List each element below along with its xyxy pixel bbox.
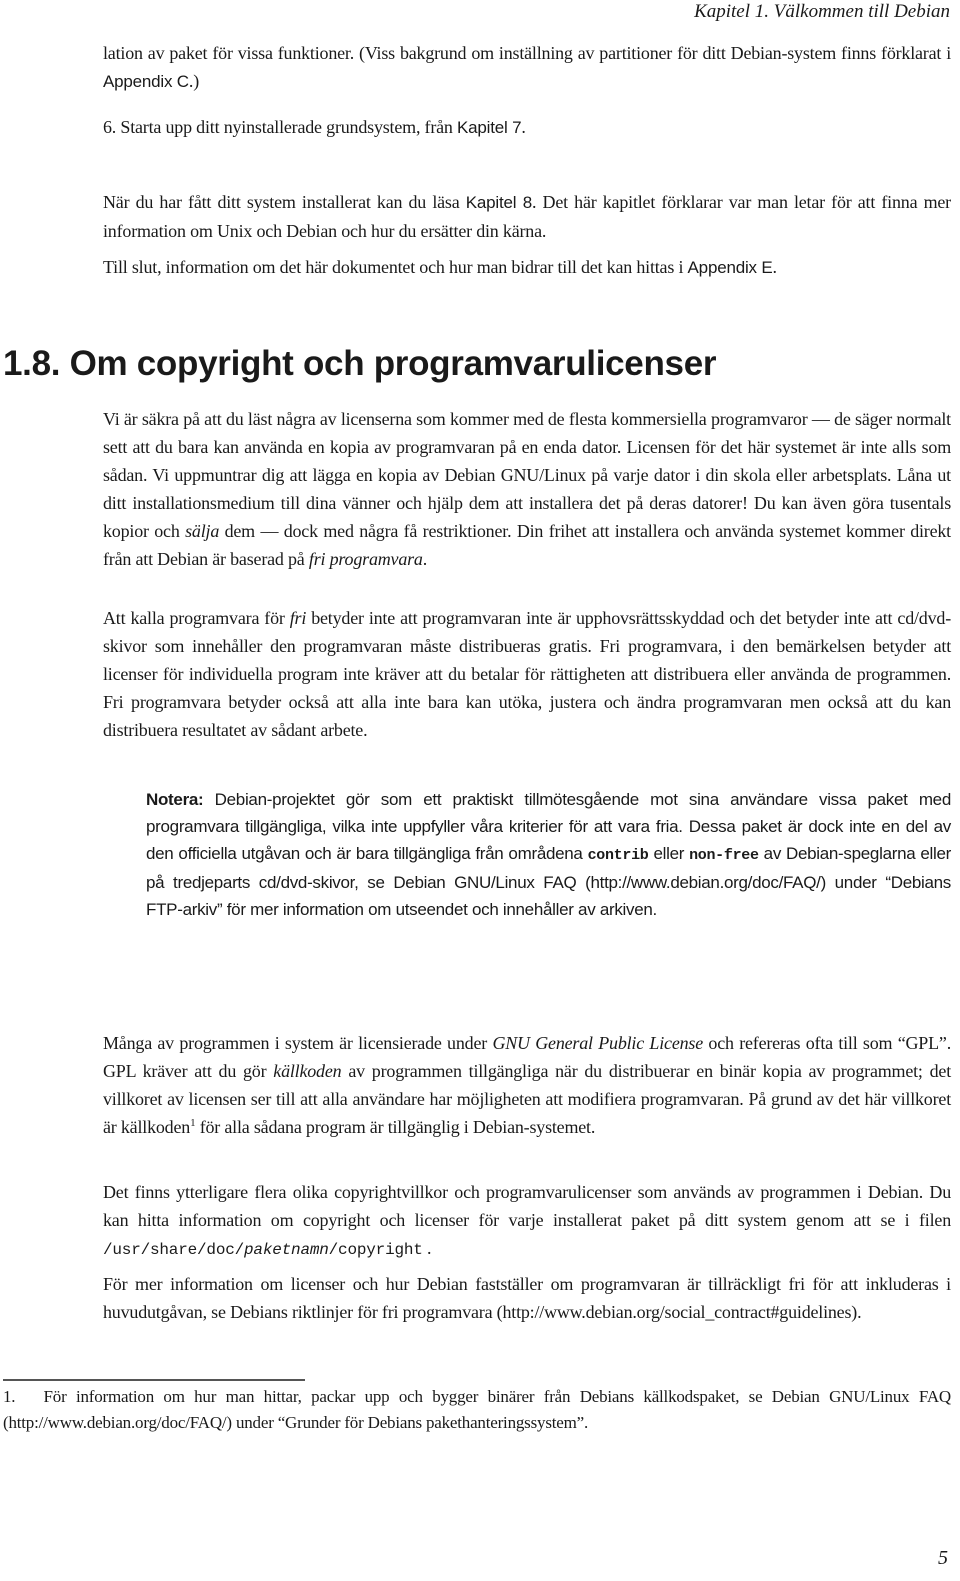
note-text: eller: [648, 844, 690, 863]
section-paragraph-1: Vi är säkra på att du läst några av lice…: [103, 405, 951, 573]
section-paragraph-3: Många av programmen i system är licensie…: [103, 1029, 951, 1141]
intro-text: När du har fått ditt system installerat …: [103, 192, 466, 212]
intro-text: Till slut, information om det här dokume…: [103, 257, 688, 277]
kapitel-7-link[interactable]: Kapitel 7: [457, 118, 522, 137]
paragraph-text: .: [422, 549, 428, 569]
paragraph-text: För mer information om licenser och hur …: [103, 1274, 951, 1322]
emphasis-text: källkoden: [273, 1061, 342, 1081]
paragraph-text: Det finns ytterligare flera olika copyri…: [103, 1182, 951, 1230]
footnote-divider: [3, 1379, 305, 1381]
note-label: Notera:: [146, 790, 204, 809]
emphasis-text: fri: [289, 608, 307, 628]
paragraph-text: för alla sådana program är tillgänglig i…: [195, 1117, 596, 1137]
file-path: /usr/share/doc/paketnamn/copyright: [103, 1241, 423, 1259]
intro-text-end: .: [772, 257, 778, 277]
intro-text: lation av paket för vissa funktioner. (V…: [103, 43, 951, 63]
section-paragraph-5: För mer information om licenser och hur …: [103, 1270, 951, 1326]
kapitel-8-link[interactable]: Kapitel 8: [466, 193, 532, 212]
paragraph-text: dem — dock med några få restriktioner. D…: [103, 521, 951, 569]
paragraph-text: .: [422, 1238, 432, 1258]
file-path-prefix: /usr/share/doc/: [103, 1241, 245, 1259]
footnote-number: 1.: [3, 1387, 16, 1406]
running-head: Kapitel 1. Välkommen till Debian: [694, 1, 950, 22]
list-item-text: 6. Starta upp ditt nyinstallerade grunds…: [103, 117, 458, 137]
appendix-c-link[interactable]: Appendix C: [103, 72, 189, 91]
file-path-package-name: paketnamn: [244, 1241, 329, 1259]
list-item-end: .: [521, 117, 526, 137]
intro-paragraph-3: Till slut, information om det här dokume…: [103, 253, 951, 282]
intro-text-end: .): [188, 71, 199, 91]
footnote: 1. För information om hur man hittar, pa…: [3, 1384, 951, 1436]
paragraph-text: Många av programmen i system är licensie…: [103, 1033, 493, 1053]
code-contrib: contrib: [587, 847, 649, 864]
section-heading: 1.8. Om copyright och programvarulicense…: [3, 344, 717, 383]
intro-paragraph-2: När du har fått ditt system installerat …: [103, 188, 951, 245]
list-item-6: 6. Starta upp ditt nyinstallerade grunds…: [103, 113, 951, 142]
file-path-suffix: /copyright: [328, 1241, 423, 1259]
appendix-e-link[interactable]: Appendix E: [688, 258, 773, 277]
paragraph-text: Att kalla programvara för: [103, 608, 290, 628]
section-paragraph-4: Det finns ytterligare flera olika copyri…: [103, 1178, 951, 1264]
intro-paragraph-1: lation av paket för vissa funktioner. (V…: [103, 39, 951, 96]
emphasis-text: sälja: [185, 521, 220, 541]
emphasis-text: fri programvara: [308, 549, 423, 569]
section-paragraph-2: Att kalla programvara för fri betyder in…: [103, 604, 951, 744]
emphasis-text: GNU General Public License: [492, 1033, 704, 1053]
page-number: 5: [938, 1547, 948, 1569]
code-non-free: non-free: [689, 847, 759, 864]
footnote-text: För information om hur man hittar, packa…: [3, 1387, 951, 1432]
note-box: Notera: Debian-projektet gör som ett pra…: [146, 786, 951, 923]
